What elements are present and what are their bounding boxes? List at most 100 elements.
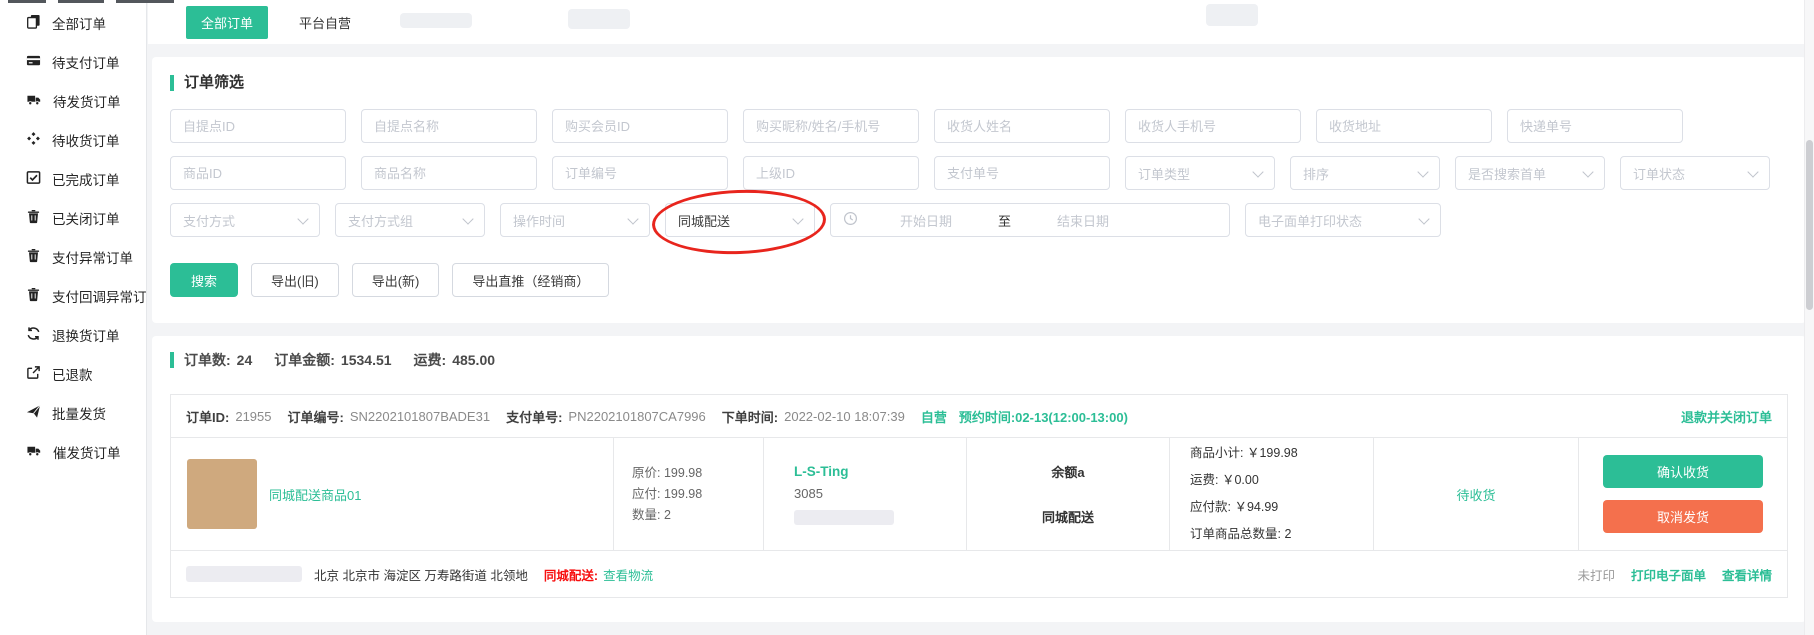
chevron-down-icon [1417, 166, 1428, 177]
sidebar-item-label: 全部订单 [52, 13, 106, 33]
buyer-nickname-link[interactable]: L-S-Ting [794, 464, 966, 479]
pay-method-select[interactable]: 支付方式 [170, 203, 320, 237]
buyer-nickname-input[interactable] [743, 109, 919, 143]
city-delivery-select[interactable]: 同城配送 [665, 203, 815, 237]
main-area: 全部订单 平台自营 订单筛选 订单类型 排序 是否搜索首单 [148, 0, 1814, 635]
date-range-picker[interactable]: 开始日期 至 结束日期 [830, 203, 1230, 237]
operate-time-select[interactable]: 操作时间 [500, 203, 650, 237]
refund-close-link[interactable]: 退款并关闭订单 [1681, 407, 1772, 426]
sidebar-item-refunded[interactable]: 已退款 [0, 354, 146, 393]
order-sn-value: SN2202101807BADE31 [350, 409, 490, 424]
order-card-header: 订单ID: 21955 订单编号: SN2202101807BADE31 支付单… [171, 395, 1787, 438]
export-direct-button[interactable]: 导出直推（经销商） [452, 263, 609, 297]
order-id-label: 订单ID: [186, 407, 229, 426]
cancel-ship-button[interactable]: 取消发货 [1603, 500, 1763, 533]
sidebar-item-to-ship-orders[interactable]: 待发货订单 [0, 81, 146, 120]
check-square-icon [26, 170, 41, 188]
sidebar-item-to-receive-orders[interactable]: 待收货订单 [0, 120, 146, 159]
order-list-panel: 订单数:24 订单金额:1534.51 运费:485.00 订单ID: 2195… [152, 336, 1806, 622]
pay-no-input[interactable] [934, 156, 1110, 190]
receiver-name-input[interactable] [934, 109, 1110, 143]
orig-price-label: 原价: [632, 466, 660, 480]
print-eorder-link[interactable]: 打印电子面单 [1631, 565, 1706, 584]
sidebar-item-label: 批量发货 [52, 403, 106, 423]
first-order-select[interactable]: 是否搜索首单 [1455, 156, 1605, 190]
sidebar-item-urge-ship-orders[interactable]: 催发货订单 [0, 432, 146, 471]
product-id-input[interactable] [170, 156, 346, 190]
sidebar-item-label: 退换货订单 [52, 325, 120, 345]
chevron-down-icon [1418, 213, 1429, 224]
orders-count-label: 订单数: [184, 352, 231, 368]
self-operated-tag: 自营 [921, 407, 947, 426]
receiver-phone-input[interactable] [1125, 109, 1301, 143]
eorder-print-status-select[interactable]: 电子面单打印状态 [1245, 203, 1441, 237]
chevron-down-icon [627, 213, 638, 224]
sidebar-item-return-exchange-orders[interactable]: 退换货订单 [0, 315, 146, 354]
receive-box-icon [26, 131, 41, 149]
chevron-down-icon [792, 213, 803, 224]
share-icon [26, 365, 41, 383]
order-type-select[interactable]: 订单类型 [1125, 156, 1275, 190]
filter-section-title: 订单筛选 [170, 75, 1788, 91]
orig-price-value: 199.98 [664, 466, 702, 480]
view-logistics-link[interactable]: 查看物流 [603, 565, 653, 584]
payable-label: 应付款: [1190, 500, 1231, 514]
filter-row-1 [170, 109, 1788, 143]
parent-id-input[interactable] [743, 156, 919, 190]
order-freight-value: ￥0.00 [1222, 473, 1259, 487]
truck-icon [26, 92, 42, 110]
order-id-value: 21955 [235, 409, 271, 424]
confirm-receive-button[interactable]: 确认收货 [1603, 455, 1763, 488]
order-time-value: 2022-02-10 18:07:39 [784, 409, 905, 424]
redacted-area [400, 13, 472, 28]
search-button[interactable]: 搜索 [170, 263, 238, 297]
product-name-input[interactable] [361, 156, 537, 190]
tab-all-orders[interactable]: 全部订单 [186, 6, 268, 39]
pickup-name-input[interactable] [361, 109, 537, 143]
pay-method-group-select[interactable]: 支付方式组 [335, 203, 485, 237]
orders-amount-value: 1534.51 [341, 352, 392, 368]
pickup-id-input[interactable] [170, 109, 346, 143]
product-name-link[interactable]: 同城配送商品01 [269, 485, 361, 504]
sidebar-item-closed-orders[interactable]: 已关闭订单 [0, 198, 146, 237]
export-new-button[interactable]: 导出(新) [352, 263, 440, 297]
order-summary: 订单数:24 订单金额:1534.51 运费:485.00 [170, 352, 1788, 368]
credit-card-icon [26, 53, 41, 71]
sort-select[interactable]: 排序 [1290, 156, 1440, 190]
scrollbar-thumb[interactable] [1806, 140, 1813, 310]
sidebar-item-label: 支付回调异常订单 [52, 286, 147, 306]
view-detail-link[interactable]: 查看详情 [1722, 565, 1772, 584]
export-old-button[interactable]: 导出(旧) [251, 263, 339, 297]
buyer-member-id-input[interactable] [552, 109, 728, 143]
pay-no-value: PN2202101807CA7996 [568, 409, 705, 424]
trash-icon [26, 209, 41, 227]
order-card-body: 同城配送商品01 原价: 199.98 应付: 199.98 数量: 2 L-S… [171, 438, 1787, 550]
chevron-down-icon [1252, 166, 1263, 177]
actions-column: 确认收货 取消发货 [1579, 438, 1787, 550]
sidebar-item-all-orders[interactable]: 全部订单 [0, 3, 146, 42]
sidebar-item-callback-exception-orders[interactable]: 支付回调异常订单 [0, 276, 146, 315]
receiver-address-input[interactable] [1316, 109, 1492, 143]
order-card-footer: 北京 北京市 海淀区 万寿路街道 北领地 同城配送: 查看物流 未打印 打印电子… [171, 550, 1787, 597]
sidebar-item-label: 待发货订单 [53, 91, 121, 111]
sidebar-item-completed-orders[interactable]: 已完成订单 [0, 159, 146, 198]
top-cutoff-fragment [116, 0, 174, 3]
sidebar-item-label: 待收货订单 [52, 130, 120, 150]
sidebar-item-unpaid-orders[interactable]: 待支付订单 [0, 42, 146, 81]
sidebar-item-batch-ship[interactable]: 批量发货 [0, 393, 146, 432]
start-date-placeholder: 开始日期 [900, 211, 952, 230]
order-sn-input[interactable] [552, 156, 728, 190]
sidebar: 全部订单 待支付订单 待发货订单 待收货订单 已完成订单 已关闭订单 支付异常订… [0, 0, 147, 635]
filter-row-3: 支付方式 支付方式组 操作时间 同城配送 开始日期 至 结束日期 电子面单打印状… [170, 203, 1788, 237]
sidebar-item-pay-exception-orders[interactable]: 支付异常订单 [0, 237, 146, 276]
tab-platform-self[interactable]: 平台自营 [299, 13, 351, 32]
pay-delivery-column: 余额a 同城配送 [967, 438, 1170, 550]
print-state-text: 未打印 [1577, 565, 1615, 584]
redacted-area [568, 9, 630, 29]
redacted-area [1206, 4, 1258, 26]
chevron-down-icon [297, 213, 308, 224]
express-no-input[interactable] [1507, 109, 1683, 143]
order-status-select[interactable]: 订单状态 [1620, 156, 1770, 190]
total-qty-label: 订单商品总数量: [1190, 527, 1281, 541]
truck-icon [26, 443, 42, 461]
